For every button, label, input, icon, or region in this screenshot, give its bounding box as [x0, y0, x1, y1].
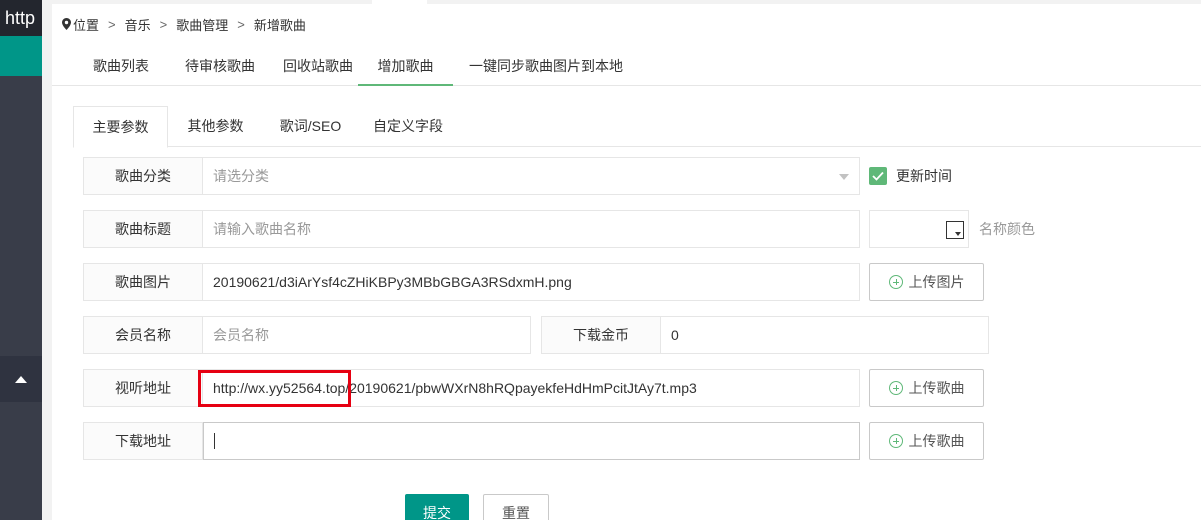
tab-add-song[interactable]: 增加歌曲	[358, 46, 453, 86]
top-tab-strip	[52, 0, 1201, 4]
breadcrumb-item: 位置	[73, 17, 100, 33]
upload-image-button[interactable]: 上传图片	[869, 263, 984, 301]
breadcrumb-separator: >	[237, 16, 245, 32]
tab-pending-songs[interactable]: 待审核歌曲	[164, 46, 276, 86]
left-sidebar: http	[0, 0, 42, 520]
breadcrumb-item[interactable]: 音乐	[125, 15, 151, 34]
category-label: 歌曲分类	[83, 157, 203, 195]
tab-other-params[interactable]: 其他参数	[168, 106, 263, 147]
member-input[interactable]: 会员名称	[203, 316, 531, 354]
tab-main-params[interactable]: 主要参数	[73, 106, 168, 148]
sidebar-active-item[interactable]	[0, 36, 42, 76]
upload-song-label: 上传歌曲	[908, 380, 965, 396]
tab-song-list[interactable]: 歌曲列表	[68, 46, 174, 86]
update-time-label: 更新时间	[896, 168, 952, 184]
breadcrumb-separator: >	[159, 16, 168, 32]
color-picker-icon[interactable]	[946, 221, 964, 239]
member-label: 会员名称	[83, 316, 203, 354]
upload-download-song-label: 上传歌曲	[908, 433, 965, 449]
category-placeholder: 请选分类	[213, 168, 269, 184]
listen-url-input[interactable]: http://wx.yy52564.top/20190621/pbwWXrN8h…	[203, 369, 860, 407]
category-select[interactable]: 请选分类	[203, 157, 860, 195]
upload-song-button[interactable]: 上传歌曲	[869, 369, 984, 407]
breadcrumb-item-current: 新增歌曲	[253, 17, 306, 33]
submit-button[interactable]: 提交	[405, 494, 469, 520]
download-url-input[interactable]	[203, 422, 860, 460]
title-placeholder: 请输入歌曲名称	[213, 221, 311, 237]
text-cursor	[214, 433, 215, 449]
plus-circle-icon	[888, 275, 903, 289]
reset-button[interactable]: 重置	[483, 494, 549, 520]
tab-custom-fields[interactable]: 自定义字段	[358, 106, 458, 147]
upload-download-song-button[interactable]: 上传歌曲	[869, 422, 984, 460]
title-input[interactable]: 请输入歌曲名称	[203, 210, 860, 248]
image-input[interactable]: 20190621/d3iArYsf4cZHiKBPy3MBbGBGA3RSdxm…	[203, 263, 860, 301]
caret-up-icon	[15, 375, 27, 383]
member-placeholder: 会员名称	[213, 327, 269, 343]
form-tabs: 主要参数 其他参数 歌词/SEO 自定义字段	[73, 106, 1201, 148]
tab-sync-images[interactable]: 一键同步歌曲图片到本地	[456, 46, 636, 86]
plus-circle-icon	[888, 381, 903, 395]
listen-url-label: 视听地址	[83, 369, 203, 407]
download-url-label: 下载地址	[83, 422, 203, 460]
breadcrumb: 位置 > 音乐 > 歌曲管理 > 新增歌曲	[62, 14, 306, 34]
update-time-checkbox[interactable]	[869, 167, 887, 185]
title-label: 歌曲标题	[83, 210, 203, 248]
tab-lyrics-seo[interactable]: 歌词/SEO	[263, 106, 358, 147]
upload-image-label: 上传图片	[908, 274, 965, 290]
name-color-picker[interactable]	[869, 210, 969, 248]
top-tabs: 歌曲列表 待审核歌曲 回收站歌曲 增加歌曲 一键同步歌曲图片到本地	[52, 46, 1201, 86]
location-pin-icon	[62, 18, 71, 30]
content-gutter	[42, 0, 52, 520]
coins-label: 下载金币	[541, 316, 661, 354]
chevron-down-icon	[839, 174, 849, 180]
breadcrumb-item[interactable]: 歌曲管理	[176, 15, 228, 34]
name-color-label: 名称颜色	[979, 221, 1035, 237]
sidebar-collapse-button[interactable]	[0, 356, 42, 402]
coins-input[interactable]: 0	[661, 316, 989, 354]
image-label: 歌曲图片	[83, 263, 203, 301]
check-icon	[872, 171, 884, 181]
brand-text: http	[0, 0, 42, 36]
breadcrumb-separator: >	[108, 16, 116, 32]
plus-circle-icon	[888, 434, 903, 448]
